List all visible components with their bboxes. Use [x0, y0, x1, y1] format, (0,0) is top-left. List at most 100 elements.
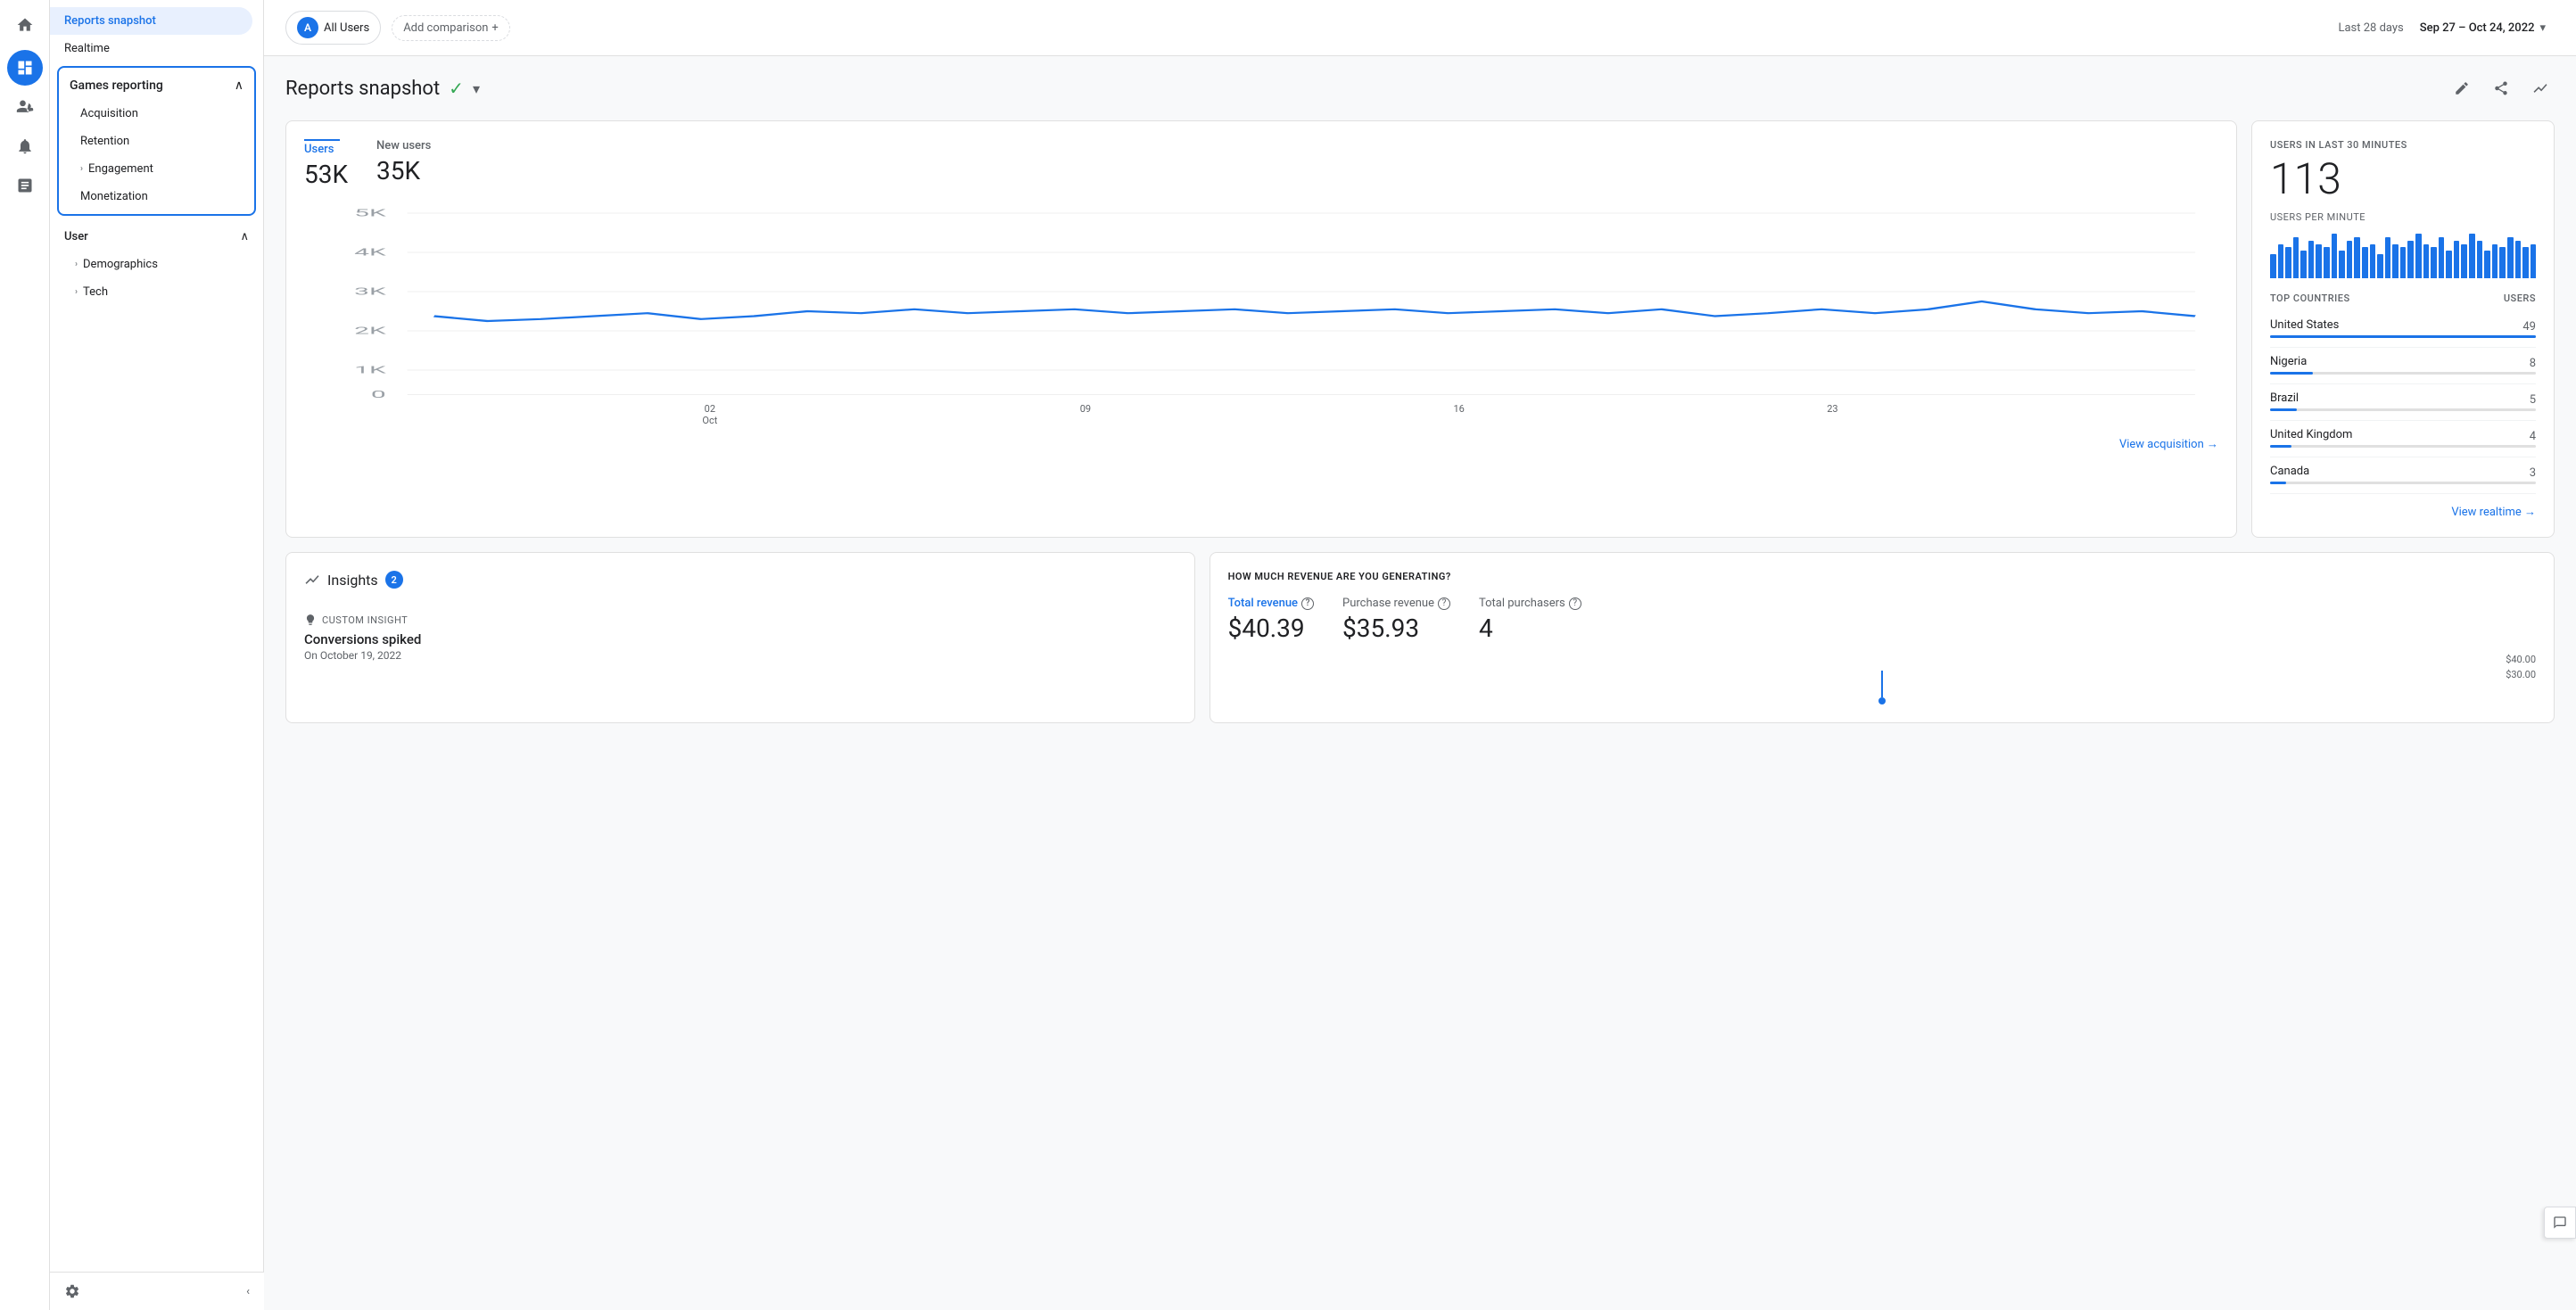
alerts-icon-btn[interactable]	[7, 128, 43, 164]
mini-bar-item	[2300, 251, 2307, 278]
realtime-card: USERS IN LAST 30 MINUTES 113 USERS PER M…	[2251, 120, 2555, 538]
games-reporting-header[interactable]: Games reporting ∧	[59, 71, 254, 100]
insights-btn[interactable]	[2526, 74, 2555, 103]
country-row: United Kingdom 4	[2270, 421, 2536, 457]
sidebar-item-demographics[interactable]: › Demographics	[57, 251, 256, 278]
sidebar-item-acquisition[interactable]: Acquisition	[59, 100, 254, 128]
mini-bar-item	[2332, 234, 2338, 278]
country-name: Nigeria	[2270, 355, 2307, 368]
mini-bar-item	[2469, 234, 2475, 278]
users-col-label: USERS	[2504, 292, 2536, 304]
title-dropdown-icon[interactable]: ▾	[473, 80, 480, 97]
green-check-icon: ✓	[449, 78, 464, 99]
audience-icon-btn[interactable]	[7, 89, 43, 125]
demographics-chevron-icon: ›	[75, 260, 78, 269]
bottom-cards-row: Insights 2 CUSTOM INSIGHT Conversions sp…	[285, 552, 2555, 723]
mini-bar-item	[2385, 237, 2391, 278]
insights-icon	[304, 572, 320, 588]
sidebar-item-tech[interactable]: › Tech	[57, 278, 256, 306]
tech-label: Tech	[83, 285, 108, 299]
realtime-title: USERS IN LAST 30 MINUTES	[2270, 139, 2536, 151]
page-title-row: Reports snapshot ✓ ▾	[285, 74, 2555, 103]
mini-bar-item	[2293, 237, 2299, 278]
mini-bar-item	[2377, 254, 2383, 278]
reports-icon-btn[interactable]	[7, 168, 43, 203]
dashboard-icon-btn[interactable]	[7, 50, 43, 86]
svg-text:1K: 1K	[354, 364, 387, 375]
sidebar-item-realtime[interactable]: Realtime	[50, 35, 252, 62]
country-row: Canada 3	[2270, 457, 2536, 494]
revenue-chart-labels: $40.00	[1228, 654, 2536, 665]
total-purchasers-label: Total purchasers ?	[1479, 597, 1581, 610]
purchase-revenue-help-icon[interactable]: ?	[1438, 597, 1450, 610]
mini-bar-item	[2439, 237, 2445, 278]
mini-bar-item	[2446, 251, 2452, 278]
demographics-label: Demographics	[83, 258, 158, 271]
mini-bar-item	[2324, 247, 2330, 278]
new-users-stat: New users 35K	[376, 139, 431, 185]
chart-svg: 5K 4K 3K 2K 1K 0	[301, 203, 2222, 400]
purchase-revenue-label: Purchase revenue ?	[1342, 597, 1450, 610]
sidebar-bottom[interactable]: ‹	[50, 1272, 264, 1310]
share-btn[interactable]	[2487, 74, 2515, 103]
sidebar-item-retention[interactable]: Retention	[59, 128, 254, 155]
add-comparison-btn[interactable]: Add comparison +	[392, 15, 510, 41]
date-range-picker[interactable]: Sep 27 – Oct 24, 2022 ▾	[2411, 16, 2555, 40]
insight-type-label: CUSTOM INSIGHT	[322, 614, 408, 626]
total-revenue-label: Total revenue ?	[1228, 597, 1314, 610]
revenue-mid-label: $30.00	[2506, 669, 2536, 680]
games-reporting-section: Games reporting ∧ Acquisition Retention …	[57, 66, 256, 216]
countries-list: United States 49 Nigeria 8 Brazil 5	[2270, 311, 2536, 494]
mini-bar-item	[2531, 244, 2537, 278]
svg-text:2K: 2K	[354, 325, 387, 336]
country-name: Canada	[2270, 465, 2309, 478]
mini-bar-item	[2308, 241, 2315, 278]
games-reporting-label: Games reporting	[70, 78, 163, 93]
sidebar-item-reports-snapshot[interactable]: Reports snapshot	[50, 7, 252, 35]
total-revenue-help-icon[interactable]: ?	[1301, 597, 1314, 610]
all-users-pill[interactable]: A All Users	[285, 11, 381, 45]
mini-bar-item	[2270, 254, 2276, 278]
user-label: User	[64, 230, 88, 243]
mini-bar-item	[2354, 237, 2360, 278]
mini-bar-item	[2461, 244, 2467, 278]
settings-item[interactable]	[64, 1283, 80, 1299]
purchase-revenue-value: $35.93	[1342, 614, 1450, 643]
feedback-btn[interactable]	[2544, 1207, 2576, 1239]
purchase-revenue-stat: Purchase revenue ? $35.93	[1342, 597, 1450, 643]
view-acquisition-link[interactable]: View acquisition →	[304, 426, 2218, 451]
user-section-header[interactable]: User ∧	[57, 223, 256, 251]
settings-gear-icon	[64, 1283, 80, 1299]
home-icon-btn[interactable]	[7, 7, 43, 43]
mini-bar-item	[2499, 247, 2506, 278]
insight-item: CUSTOM INSIGHT Conversions spiked On Oct…	[304, 603, 1177, 672]
mini-bar-item	[2316, 244, 2322, 278]
country-name: United States	[2270, 318, 2339, 332]
country-bar-bg	[2270, 335, 2536, 338]
total-purchasers-value: 4	[1479, 614, 1581, 643]
reports-snapshot-label: Reports snapshot	[64, 14, 156, 28]
insight-text: Conversions spiked	[304, 631, 1177, 647]
icon-bar	[0, 0, 50, 1310]
mini-bar-item	[2339, 251, 2345, 278]
header-right: Last 28 days Sep 27 – Oct 24, 2022 ▾	[2338, 16, 2555, 40]
insight-type: CUSTOM INSIGHT	[304, 614, 1177, 626]
mini-bar-item	[2431, 247, 2437, 278]
mini-bar-item	[2484, 251, 2490, 278]
collapse-icon: ∧	[235, 78, 244, 93]
country-bar-bg	[2270, 408, 2536, 411]
edit-report-btn[interactable]	[2448, 74, 2476, 103]
mini-bar-item	[2370, 244, 2376, 278]
view-realtime-link[interactable]: View realtime →	[2270, 494, 2536, 519]
mini-bar-item	[2507, 237, 2514, 278]
total-purchasers-help-icon[interactable]: ?	[1569, 597, 1581, 610]
users-label: Users	[304, 143, 348, 156]
country-value: 4	[2530, 430, 2536, 443]
sidebar-collapse-btn[interactable]: ‹	[246, 1285, 250, 1298]
sidebar-item-monetization[interactable]: Monetization	[59, 183, 254, 210]
country-row: Nigeria 8	[2270, 348, 2536, 384]
mini-bars-chart	[2270, 234, 2536, 278]
mini-bar-item	[2400, 247, 2407, 278]
mini-bar-item	[2392, 244, 2398, 278]
sidebar-item-engagement[interactable]: › Engagement	[59, 155, 254, 183]
